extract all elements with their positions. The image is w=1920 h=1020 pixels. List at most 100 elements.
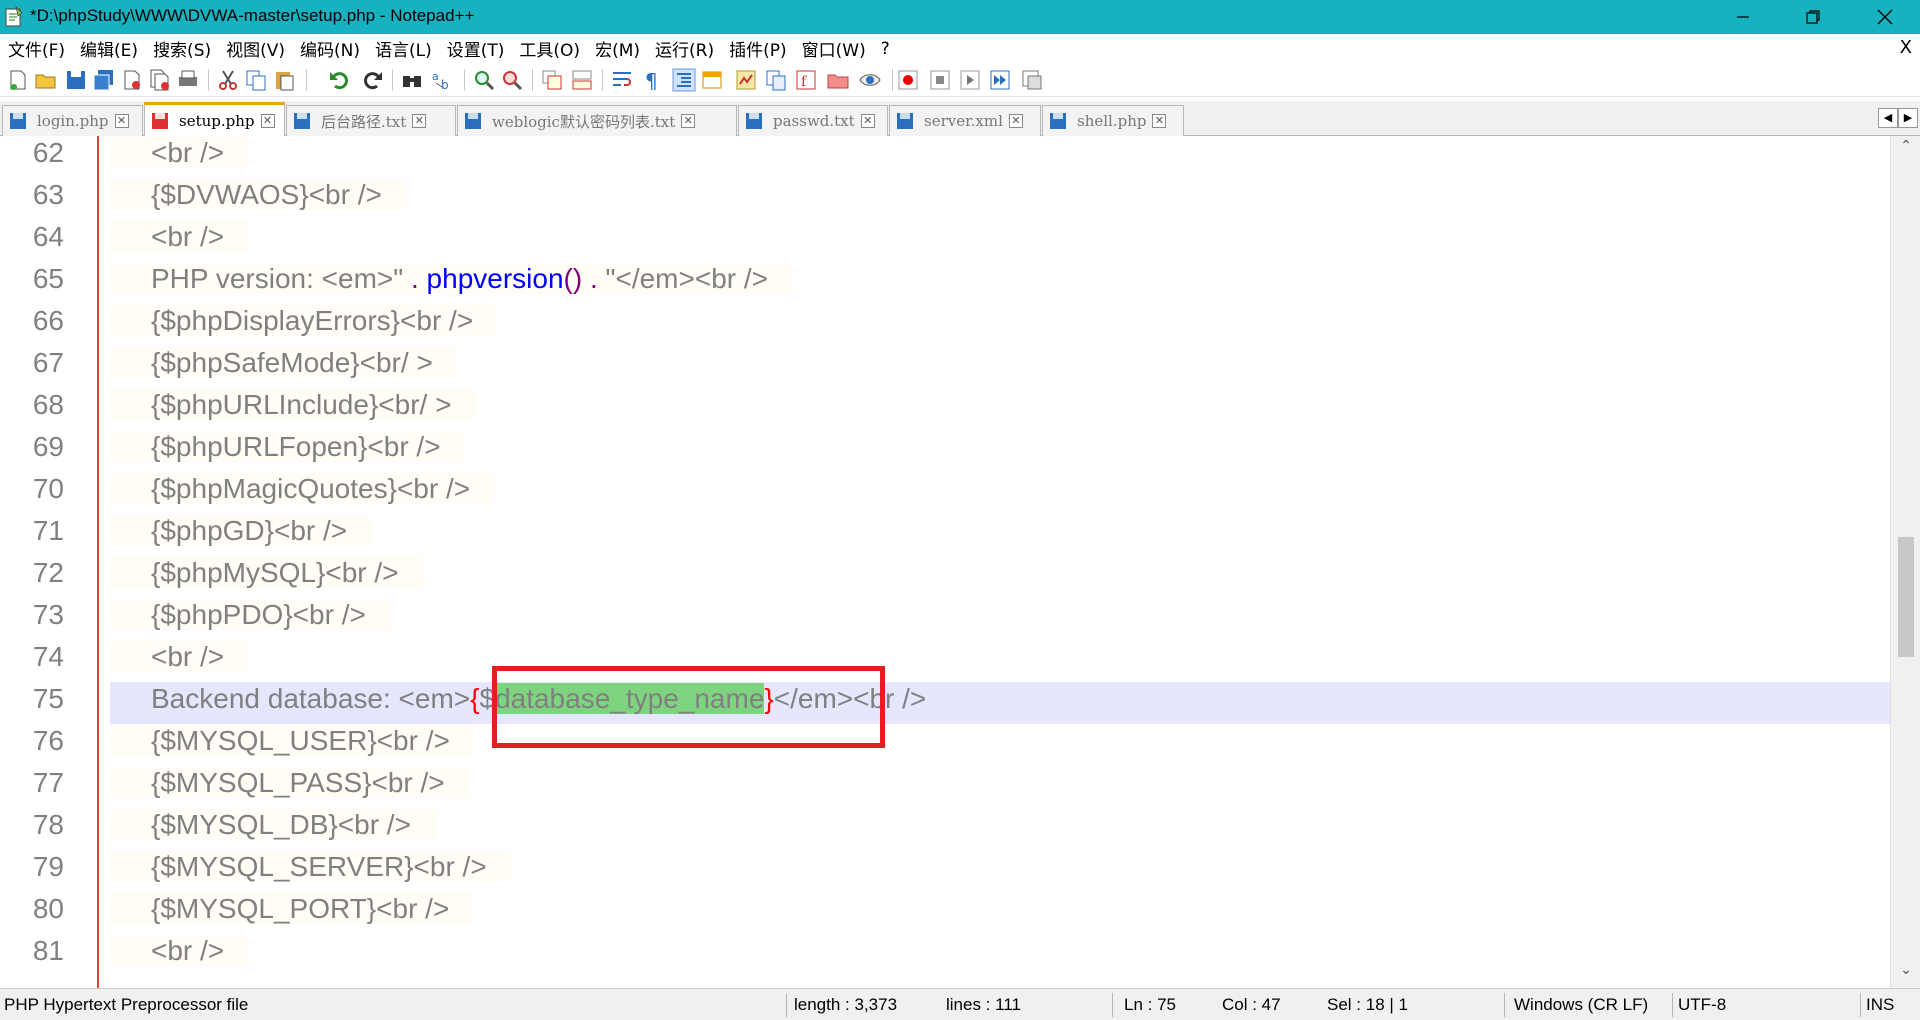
tab-close-icon[interactable]: ✕ bbox=[1152, 114, 1167, 128]
code-line[interactable]: {$phpMySQL}<br /> bbox=[110, 552, 423, 594]
code-line[interactable]: <br /> bbox=[110, 636, 249, 678]
tab-scroll-right-icon[interactable]: ▶ bbox=[1898, 108, 1918, 128]
sync-vertical-button[interactable] bbox=[540, 68, 564, 92]
line-number[interactable]: 62 bbox=[0, 136, 64, 174]
show-all-characters-button[interactable]: ¶ bbox=[640, 68, 664, 92]
code-line[interactable]: <br /> bbox=[110, 136, 249, 174]
tab-close-icon[interactable]: ✕ bbox=[860, 114, 875, 128]
line-number[interactable]: 80 bbox=[0, 888, 64, 930]
zoom-out-button[interactable] bbox=[500, 68, 524, 92]
code-line[interactable]: {$phpGD}<br /> bbox=[110, 510, 372, 552]
cut-button[interactable] bbox=[216, 68, 240, 92]
tab-login-php[interactable]: login.php ✕ bbox=[2, 105, 143, 136]
zoom-in-button[interactable] bbox=[472, 68, 496, 92]
vertical-scrollbar[interactable]: ⌃ ⌄ bbox=[1890, 136, 1920, 988]
line-number[interactable]: 71 bbox=[0, 510, 64, 552]
line-number[interactable]: 73 bbox=[0, 594, 64, 636]
menu-window[interactable]: 窗口(W) bbox=[794, 36, 873, 61]
menu-search[interactable]: 搜索(S) bbox=[145, 36, 218, 61]
scroll-down-icon[interactable]: ⌄ bbox=[1891, 962, 1920, 986]
code-line[interactable]: {$phpSafeMode}<br/ > bbox=[110, 342, 457, 384]
code-line[interactable]: {$MYSQL_SERVER}<br /> bbox=[110, 846, 511, 888]
code-line[interactable]: {$MYSQL_PASS}<br /> bbox=[110, 762, 469, 804]
word-wrap-button[interactable] bbox=[610, 68, 634, 92]
code-line[interactable]: {$MYSQL_PORT}<br /> bbox=[110, 888, 474, 930]
menu-encoding[interactable]: 编码(N) bbox=[292, 36, 367, 61]
replace-button[interactable]: ab bbox=[430, 68, 454, 92]
line-number[interactable]: 70 bbox=[0, 468, 64, 510]
tab-scroll-left-icon[interactable]: ◀ bbox=[1878, 108, 1898, 128]
code-line[interactable]: {$phpMagicQuotes}<br /> bbox=[110, 468, 495, 510]
open-file-button[interactable] bbox=[34, 68, 58, 92]
line-number[interactable]: 74 bbox=[0, 636, 64, 678]
code-line[interactable]: {$MYSQL_USER}<br /> bbox=[110, 720, 474, 762]
code-line[interactable]: {$phpURLFopen}<br /> bbox=[110, 426, 465, 468]
line-number[interactable]: 64 bbox=[0, 216, 64, 258]
menu-macro[interactable]: 宏(M) bbox=[587, 36, 647, 61]
code-line[interactable]: {$MYSQL_DB}<br /> bbox=[110, 804, 435, 846]
line-number[interactable]: 68 bbox=[0, 384, 64, 426]
menu-tools[interactable]: 工具(O) bbox=[511, 36, 587, 61]
code-line[interactable]: {$phpDisplayErrors}<br /> bbox=[110, 300, 498, 342]
code-line[interactable]: <br /> bbox=[110, 216, 249, 258]
status-encoding[interactable]: UTF-8 bbox=[1678, 989, 1726, 1020]
run-macro-multiple-button[interactable] bbox=[988, 68, 1012, 92]
close-window-button[interactable] bbox=[1850, 0, 1920, 34]
code-area[interactable]: <br /> {$DVWAOS}<br /> <br /> PHP version: … bbox=[100, 136, 1890, 988]
close-file-button[interactable] bbox=[120, 68, 144, 92]
tab-server-xml[interactable]: server.xml ✕ bbox=[889, 105, 1041, 136]
status-insert-mode[interactable]: INS bbox=[1866, 989, 1894, 1020]
menu-plugins[interactable]: 插件(P) bbox=[721, 36, 794, 61]
save-all-button[interactable] bbox=[92, 68, 116, 92]
line-number[interactable]: 63 bbox=[0, 174, 64, 216]
monitoring-button[interactable] bbox=[858, 68, 882, 92]
tab-weblogic-passwords-txt[interactable]: weblogic默认密码列表.txt ✕ bbox=[457, 105, 737, 136]
function-list-button[interactable]: f bbox=[794, 68, 818, 92]
paste-button[interactable] bbox=[272, 68, 296, 92]
line-number[interactable]: 72 bbox=[0, 552, 64, 594]
menu-edit[interactable]: 编辑(E) bbox=[72, 36, 145, 61]
line-number[interactable]: 76 bbox=[0, 720, 64, 762]
find-button[interactable] bbox=[400, 68, 424, 92]
line-number[interactable]: 75 bbox=[0, 678, 64, 720]
scroll-up-icon[interactable]: ⌃ bbox=[1891, 138, 1920, 162]
code-line[interactable]: PHP version: <em>" . phpversion() . "</e… bbox=[110, 258, 793, 300]
line-number[interactable]: 81 bbox=[0, 930, 64, 972]
folder-as-workspace-button[interactable] bbox=[826, 68, 850, 92]
tab-backend-path-txt[interactable]: 后台路径.txt ✕ bbox=[286, 105, 456, 136]
tab-close-icon[interactable]: ✕ bbox=[260, 114, 275, 128]
code-editor[interactable]: 62 63 64 65 66 67 68 69 70 71 72 73 74 75 76 77 78 79 80 81… bbox=[0, 136, 1920, 988]
tab-close-icon[interactable]: ✕ bbox=[1008, 114, 1023, 128]
save-macro-button[interactable] bbox=[1020, 68, 1044, 92]
scrollbar-thumb[interactable] bbox=[1898, 537, 1914, 657]
indent-guide-button[interactable] bbox=[672, 68, 696, 92]
user-defined-language-button[interactable] bbox=[700, 68, 724, 92]
code-line[interactable]: {$DVWAOS}<br /> bbox=[110, 174, 406, 216]
menu-run[interactable]: 运行(R) bbox=[647, 36, 721, 61]
tab-close-icon[interactable]: ✕ bbox=[412, 114, 427, 128]
tab-passwd-txt[interactable]: passwd.txt ✕ bbox=[738, 105, 888, 136]
menu-settings[interactable]: 设置(T) bbox=[439, 36, 512, 61]
menu-view[interactable]: 视图(V) bbox=[218, 36, 292, 61]
menu-help[interactable]: ? bbox=[873, 39, 897, 59]
undo-button[interactable] bbox=[328, 68, 352, 92]
copy-button[interactable] bbox=[244, 68, 268, 92]
print-button[interactable] bbox=[176, 68, 200, 92]
close-document-button[interactable]: X bbox=[1900, 37, 1912, 58]
menu-language[interactable]: 语言(L) bbox=[367, 36, 439, 61]
line-number[interactable]: 65 bbox=[0, 258, 64, 300]
document-map-button[interactable] bbox=[734, 68, 758, 92]
code-line[interactable]: {$phpPDO}<br /> bbox=[110, 594, 390, 636]
close-all-button[interactable] bbox=[148, 68, 172, 92]
line-number[interactable]: 77 bbox=[0, 762, 64, 804]
line-number[interactable]: 69 bbox=[0, 426, 64, 468]
restore-button[interactable] bbox=[1778, 0, 1848, 34]
play-macro-button[interactable] bbox=[958, 68, 982, 92]
new-file-button[interactable] bbox=[6, 68, 30, 92]
line-number[interactable]: 78 bbox=[0, 804, 64, 846]
line-number[interactable]: 79 bbox=[0, 846, 64, 888]
tab-setup-php[interactable]: setup.php ✕ bbox=[144, 102, 285, 137]
status-line-endings[interactable]: Windows (CR LF) bbox=[1514, 989, 1648, 1020]
minimize-button[interactable] bbox=[1708, 0, 1778, 34]
save-button[interactable] bbox=[64, 68, 88, 92]
